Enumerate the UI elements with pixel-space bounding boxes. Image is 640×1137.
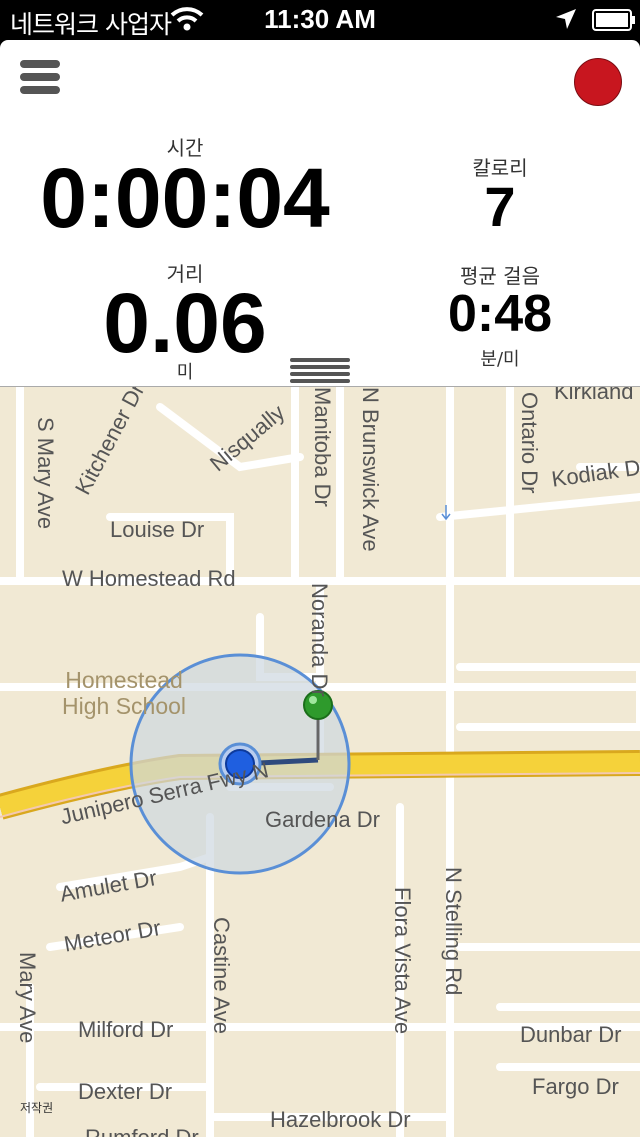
map-copyright-link[interactable]: 저작권 — [20, 1099, 53, 1116]
time-value: 0:00:04 — [40, 151, 330, 245]
record-button[interactable] — [574, 58, 622, 106]
street-label: Kirkland — [554, 386, 634, 404]
pace-unit: 분/미 — [480, 349, 520, 370]
battery-icon — [592, 9, 635, 31]
street-label: Flora Vista Ave — [390, 887, 415, 1035]
street-label: Hazelbrook Dr — [270, 1107, 411, 1132]
distance-value: 0.06 — [103, 276, 267, 370]
street-label: Ontario Dr — [517, 392, 542, 494]
street-label: Rumford Dr — [85, 1125, 199, 1137]
street-label: W Homestead Rd — [62, 566, 236, 591]
street-label: Noranda Dr — [307, 583, 332, 697]
street-label: Milford Dr — [78, 1017, 174, 1042]
street-label: N Stelling Rd — [441, 867, 466, 996]
clock: 11:30 AM — [264, 4, 376, 34]
pace-value: 0:48 — [447, 285, 553, 343]
street-label: Louise Dr — [110, 517, 205, 542]
street-label: Dexter Dr — [78, 1079, 173, 1104]
menu-button[interactable] — [20, 60, 60, 100]
street-label: Fargo Dr — [532, 1074, 619, 1099]
school-label: Homestead High School — [62, 667, 187, 719]
status-bar: 네트워크 사업자 11:30 AM — [0, 0, 640, 40]
panel-drag-handle[interactable] — [290, 358, 350, 386]
street-label: Manitoba Dr — [310, 387, 335, 507]
street-label: S Mary Ave — [33, 417, 58, 530]
street-label: Mary Ave — [15, 952, 40, 1044]
map-view[interactable]: S Mary Ave Kitchener Dr Nisqually Manito… — [0, 386, 640, 1137]
street-label: Castine Ave — [209, 917, 234, 1035]
street-label: Dunbar Dr — [520, 1022, 622, 1047]
workout-stats-panel: 시간 0:00:04 칼로리 7 거리 0.06 미 평균 걸음 0:48 분/… — [0, 40, 640, 386]
street-label: Gardena Dr — [265, 807, 380, 832]
location-arrow-icon — [556, 9, 576, 29]
street-label: N Brunswick Ave — [358, 387, 383, 552]
hamburger-icon — [20, 60, 60, 68]
calories-value: 7 — [484, 175, 516, 238]
